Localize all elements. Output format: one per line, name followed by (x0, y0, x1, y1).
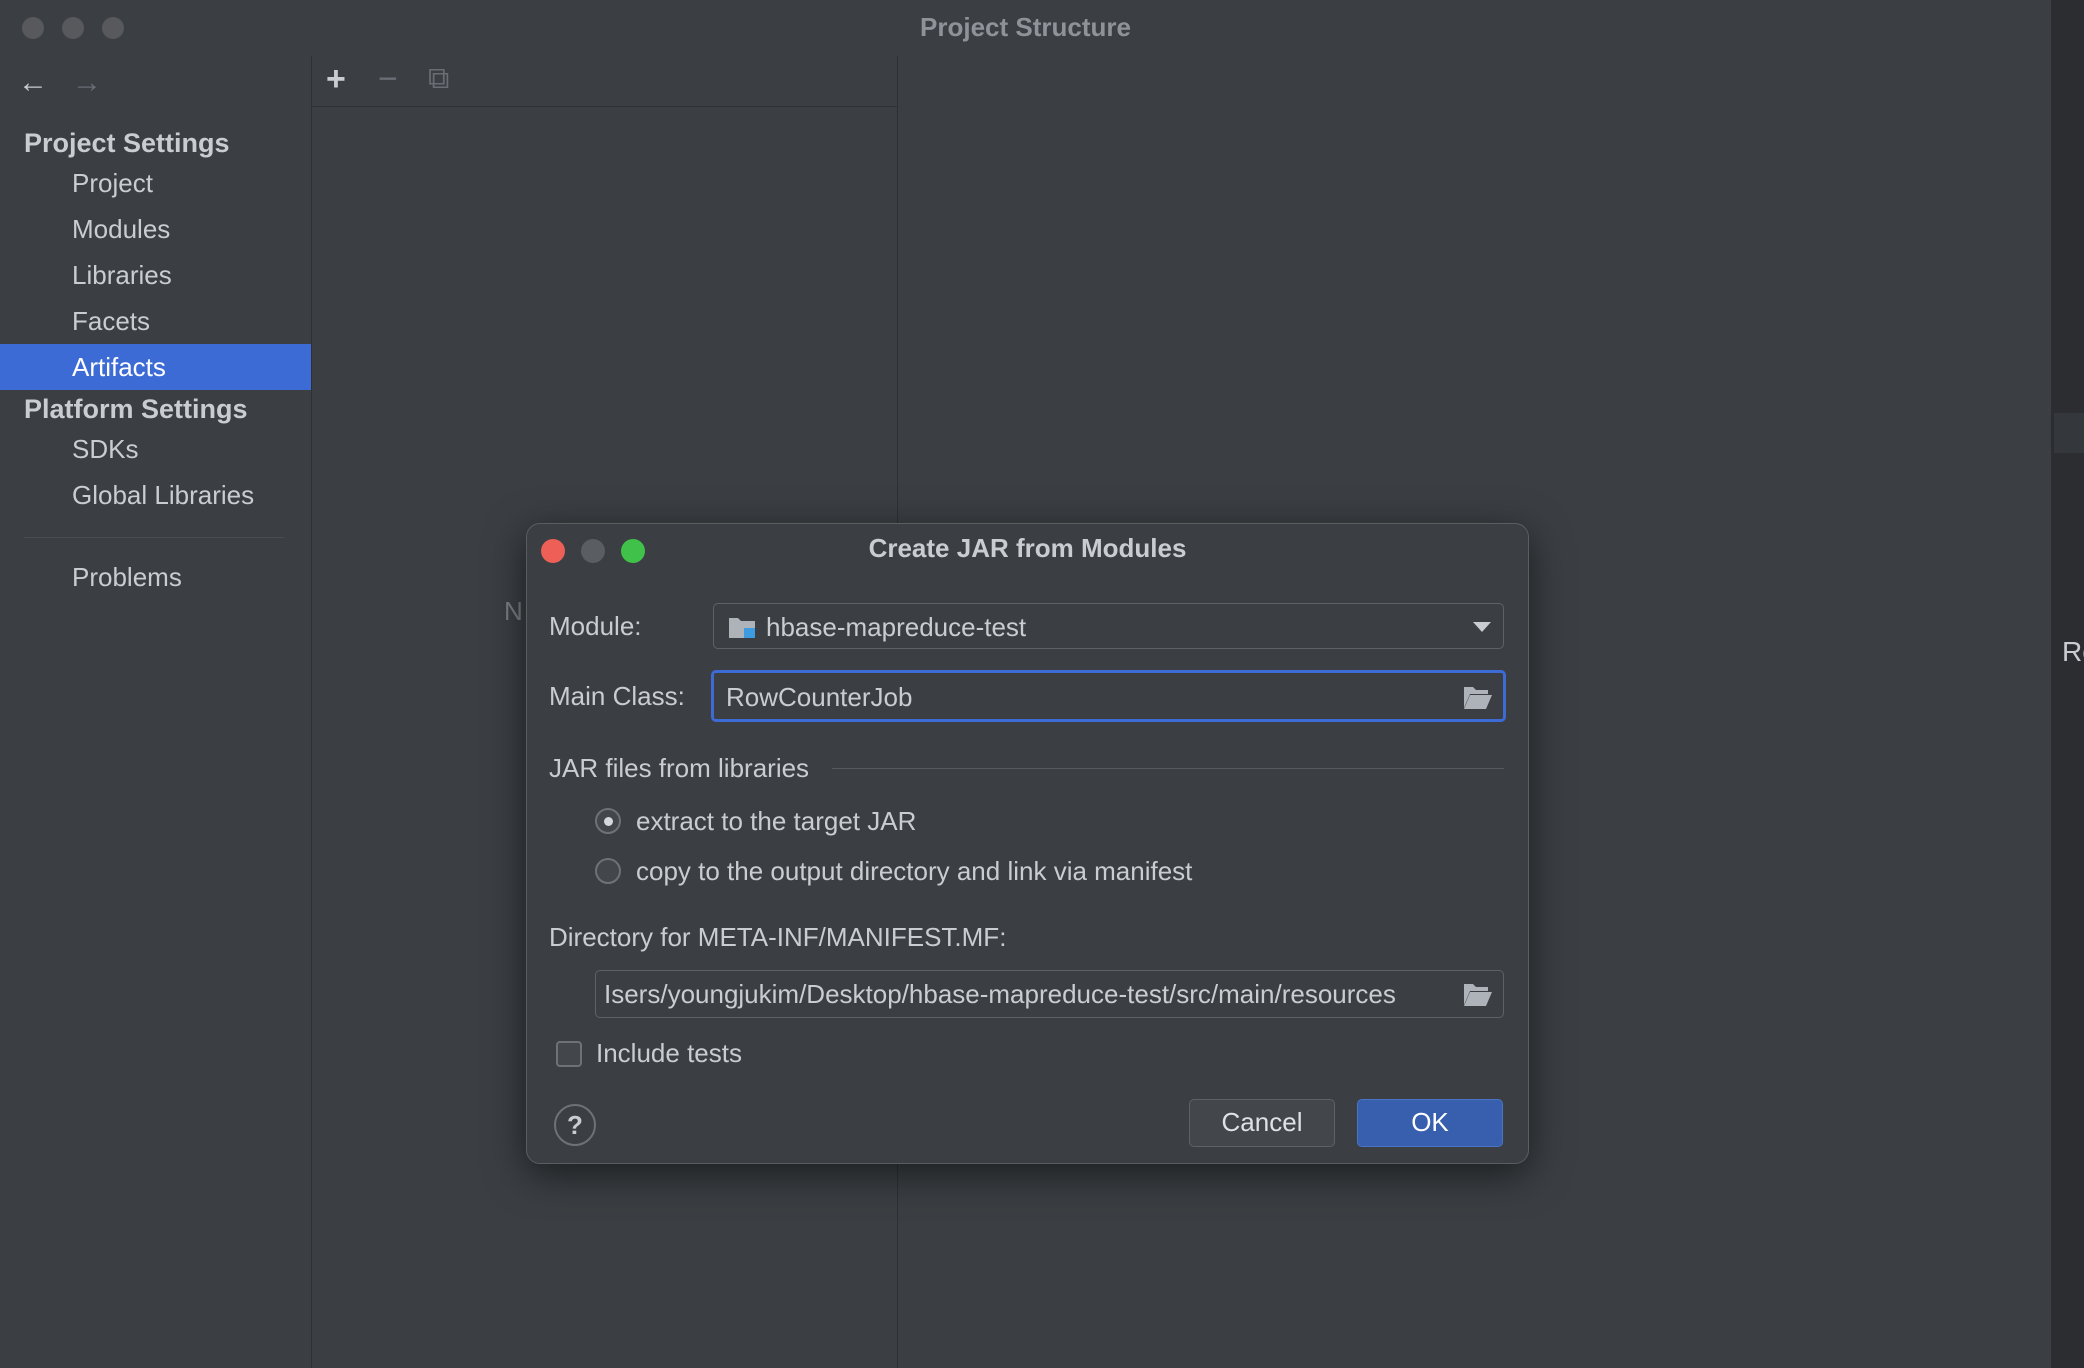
project-settings-heading: Project Settings (24, 128, 230, 158)
browse-folder-icon[interactable] (1463, 981, 1493, 1007)
sidebar-item-facets[interactable]: Facets (0, 298, 311, 344)
remove-icon[interactable]: − (378, 62, 398, 96)
sidebar-item-modules[interactable]: Modules (0, 206, 311, 252)
background-window (2051, 0, 2084, 1368)
module-label: Module: (549, 611, 642, 641)
manifest-dir-value: Isers/youngjukim/Desktop/hbase-mapreduce… (604, 979, 1396, 1009)
main-class-label: Main Class: (549, 681, 685, 711)
sidebar-item-libraries[interactable]: Libraries (0, 252, 311, 298)
list-toolbar: + − ⧉ (312, 56, 897, 107)
platform-settings-heading: Platform Settings (24, 394, 248, 424)
dialog-title: Create JAR from Modules (868, 533, 1187, 563)
jar-files-section-title: JAR files from libraries (549, 753, 810, 783)
chevron-down-icon (1473, 622, 1491, 632)
window-title: Project Structure (920, 12, 1131, 42)
background-window-strip (2054, 413, 2084, 453)
sidebar-item-project[interactable]: Project (0, 160, 311, 206)
copy-radio[interactable] (595, 858, 621, 884)
ok-button[interactable]: OK (1357, 1099, 1503, 1147)
create-jar-dialog: Create JAR from Modules Module: hbase-ma… (526, 523, 1529, 1164)
include-tests-label[interactable]: Include tests (596, 1038, 742, 1069)
sidebar-item-sdks[interactable]: SDKs (0, 426, 311, 472)
forward-arrow-icon[interactable]: → (72, 66, 102, 100)
module-folder-icon (729, 618, 755, 638)
radio-selected-dot (604, 817, 613, 826)
sidebar-item-artifacts[interactable]: Artifacts (0, 344, 311, 390)
extract-radio-label[interactable]: extract to the target JAR (636, 806, 916, 837)
background-window-text: Re (2062, 636, 2084, 667)
empty-list-text: N (504, 596, 523, 626)
manifest-dir-input[interactable]: Isers/youngjukim/Desktop/hbase-mapreduce… (595, 970, 1504, 1018)
main-class-input[interactable]: RowCounterJob (711, 670, 1506, 722)
cancel-button[interactable]: Cancel (1189, 1099, 1335, 1147)
include-tests-checkbox[interactable] (556, 1041, 582, 1067)
main-class-value: RowCounterJob (726, 682, 913, 712)
copy-radio-label[interactable]: copy to the output directory and link vi… (636, 856, 1192, 887)
extract-radio[interactable] (595, 808, 621, 834)
title-bar: Project Structure (0, 0, 2051, 56)
sidebar-item-problems[interactable]: Problems (0, 554, 311, 600)
sidebar-divider (24, 537, 284, 538)
add-icon[interactable]: + (326, 62, 346, 96)
module-dropdown[interactable]: hbase-mapreduce-test (713, 603, 1504, 649)
browse-folder-icon[interactable] (1463, 684, 1493, 710)
copy-icon[interactable]: ⧉ (428, 62, 449, 96)
sidebar-item-global-libraries[interactable]: Global Libraries (0, 472, 311, 518)
sidebar: ← → Project Settings Project Modules Lib… (0, 56, 312, 1368)
section-separator (832, 768, 1504, 769)
help-button[interactable]: ? (554, 1104, 596, 1146)
manifest-dir-label: Directory for META-INF/MANIFEST.MF: (549, 922, 1007, 952)
module-value: hbase-mapreduce-test (766, 612, 1027, 642)
back-arrow-icon[interactable]: ← (18, 66, 48, 100)
